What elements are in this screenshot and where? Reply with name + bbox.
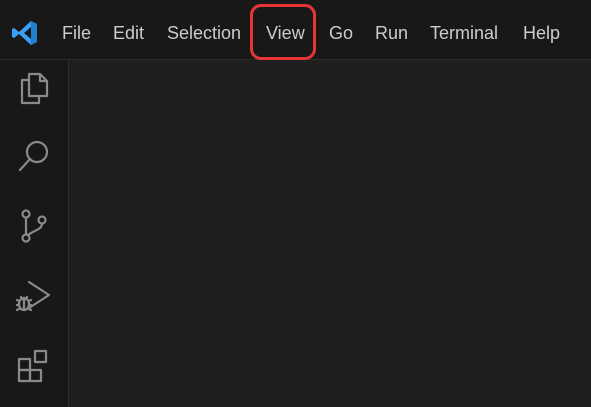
search-icon [16,138,52,174]
editor-area[interactable] [69,60,591,407]
menu-view[interactable]: View [266,19,305,47]
menu-terminal[interactable]: Terminal [430,19,498,47]
files-icon [16,70,52,106]
menu-run[interactable]: Run [375,19,408,47]
activity-run-debug[interactable] [0,262,68,330]
extensions-icon [15,347,53,385]
menu-help[interactable]: Help [523,19,560,47]
activity-search[interactable] [0,122,68,190]
activity-extensions[interactable] [0,332,68,400]
run-debug-icon [14,276,54,316]
menu-selection[interactable]: Selection [167,19,241,47]
activity-bar [0,60,69,407]
menu-edit[interactable]: Edit [113,19,144,47]
vscode-window: File Edit Selection View Go Run Terminal… [0,0,591,407]
vscode-logo-icon [11,19,39,47]
source-control-icon [16,208,52,244]
menu-go[interactable]: Go [329,19,353,47]
activity-explorer[interactable] [0,54,68,122]
title-bar: File Edit Selection View Go Run Terminal… [0,0,591,60]
activity-source-control[interactable] [0,192,68,260]
menu-file[interactable]: File [62,19,91,47]
